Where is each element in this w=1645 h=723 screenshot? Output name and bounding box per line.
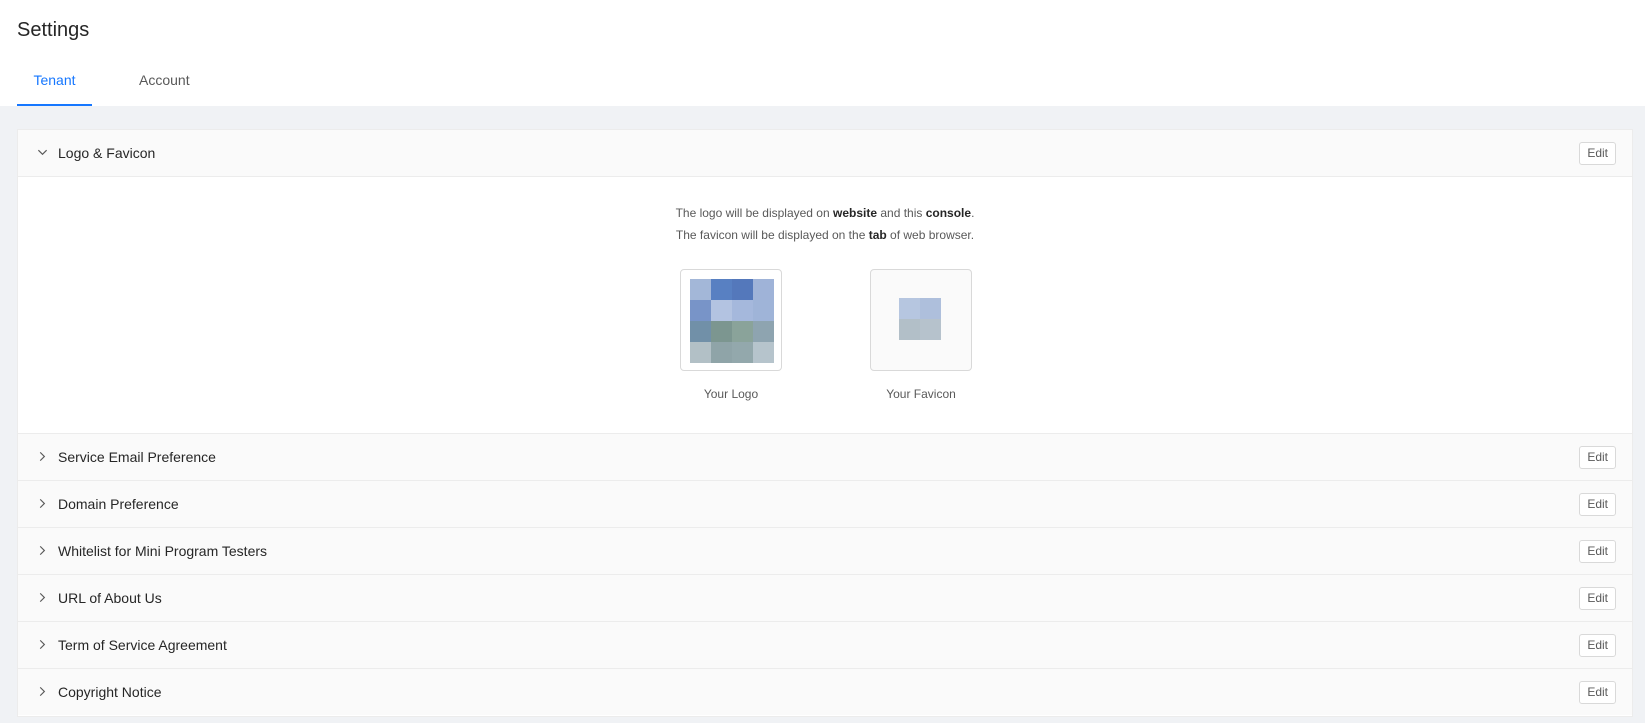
chevron-right-icon: [34, 589, 50, 605]
section-header-service-email[interactable]: Service Email Preference Edit: [18, 434, 1632, 480]
logo-label: Your Logo: [703, 387, 759, 401]
image-pixel: [732, 300, 753, 321]
chevron-down-icon: [34, 144, 50, 160]
section-header-terms-of-service[interactable]: Term of Service Agreement Edit: [18, 622, 1632, 668]
image-pixel: [690, 321, 711, 342]
image-pixel: [899, 298, 920, 319]
image-pixel: [732, 321, 753, 342]
image-pixel: [690, 342, 711, 363]
page-header: Settings Tenant Account: [0, 0, 1645, 106]
section-header-copyright[interactable]: Copyright Notice Edit: [18, 669, 1632, 715]
image-pixel: [732, 279, 753, 300]
section-copyright: Copyright Notice Edit: [18, 669, 1632, 715]
edit-copyright-button[interactable]: Edit: [1579, 681, 1616, 704]
chevron-right-icon: [34, 542, 50, 558]
image-pixel: [711, 279, 732, 300]
tab-tenant[interactable]: Tenant: [17, 72, 92, 106]
favicon-image: [899, 298, 941, 340]
edit-service-email-button[interactable]: Edit: [1579, 446, 1616, 469]
image-pixel: [711, 342, 732, 363]
logo-image: [690, 279, 774, 363]
image-pixel: [899, 319, 920, 340]
edit-domain-button[interactable]: Edit: [1579, 493, 1616, 516]
section-service-email: Service Email Preference Edit: [18, 434, 1632, 481]
section-about-us-url: URL of About Us Edit: [18, 575, 1632, 622]
section-terms-of-service: Term of Service Agreement Edit: [18, 622, 1632, 669]
image-pixel: [920, 298, 941, 319]
edit-logo-favicon-button[interactable]: Edit: [1579, 142, 1616, 165]
chevron-right-icon: [34, 448, 50, 464]
section-header-domain[interactable]: Domain Preference Edit: [18, 481, 1632, 527]
image-pixel: [690, 300, 711, 321]
edit-whitelist-button[interactable]: Edit: [1579, 540, 1616, 563]
section-title: Copyright Notice: [58, 684, 162, 700]
section-title: Term of Service Agreement: [58, 637, 227, 653]
image-pixel: [732, 342, 753, 363]
settings-collapse-panel: Logo & Favicon Edit The logo will be dis…: [17, 129, 1633, 717]
section-title: Whitelist for Mini Program Testers: [58, 543, 268, 559]
section-header-about-us-url[interactable]: URL of About Us Edit: [18, 575, 1632, 621]
section-title: URL of About Us: [58, 590, 162, 606]
section-title: Logo & Favicon: [58, 145, 156, 161]
logo-description: The logo will be displayed on website an…: [675, 206, 975, 220]
image-pixel: [690, 279, 711, 300]
edit-about-us-url-button[interactable]: Edit: [1579, 587, 1616, 610]
logo-preview: [680, 269, 782, 371]
image-pixel: [711, 300, 732, 321]
section-title: Domain Preference: [58, 496, 179, 512]
page-title: Settings: [17, 19, 90, 41]
edit-terms-of-service-button[interactable]: Edit: [1579, 634, 1616, 657]
image-pixel: [920, 319, 941, 340]
image-pixel: [753, 342, 774, 363]
section-title: Service Email Preference: [58, 449, 216, 465]
favicon-label: Your Favicon: [886, 387, 956, 401]
favicon-description: The favicon will be displayed on the tab…: [675, 228, 975, 242]
section-body-logo-favicon: The logo will be displayed on website an…: [18, 176, 1632, 433]
image-pixel: [711, 321, 732, 342]
chevron-right-icon: [34, 683, 50, 699]
settings-tabs: Tenant Account: [17, 72, 190, 106]
favicon-preview: [870, 269, 972, 371]
image-pixel: [753, 300, 774, 321]
chevron-right-icon: [34, 636, 50, 652]
section-header-whitelist[interactable]: Whitelist for Mini Program Testers Edit: [18, 528, 1632, 574]
tab-account[interactable]: Account: [139, 72, 190, 106]
section-whitelist: Whitelist for Mini Program Testers Edit: [18, 528, 1632, 575]
section-logo-favicon: Logo & Favicon Edit The logo will be dis…: [18, 130, 1632, 434]
chevron-right-icon: [34, 495, 50, 511]
image-pixel: [753, 279, 774, 300]
section-header-logo-favicon[interactable]: Logo & Favicon Edit: [18, 130, 1632, 176]
image-pixel: [753, 321, 774, 342]
section-domain: Domain Preference Edit: [18, 481, 1632, 528]
